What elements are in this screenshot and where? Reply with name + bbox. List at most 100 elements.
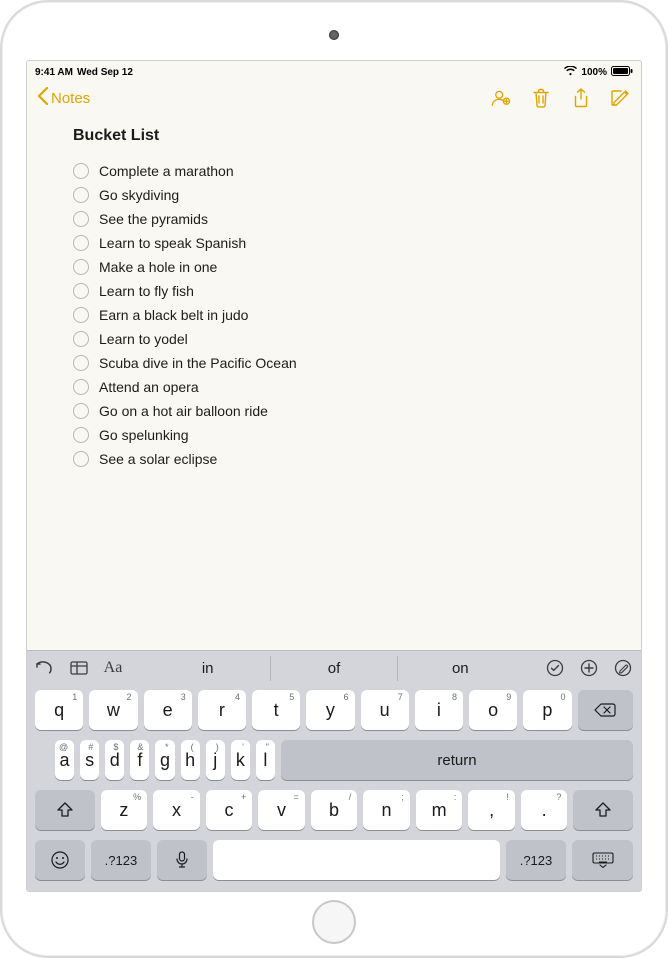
key-backspace[interactable]	[578, 690, 633, 730]
key-v[interactable]: =v	[258, 790, 305, 830]
key-n[interactable]: ;n	[363, 790, 410, 830]
note-editor[interactable]: Bucket List Complete a marathon Go skydiv…	[27, 117, 641, 650]
checklist-item[interactable]: Scuba dive in the Pacific Ocean	[73, 355, 607, 371]
checklist-circle-icon[interactable]	[73, 259, 89, 275]
key-d[interactable]: $d	[105, 740, 124, 780]
add-attachment-icon[interactable]	[579, 658, 599, 678]
key-p[interactable]: 0p	[523, 690, 571, 730]
checklist-item-text[interactable]: Learn to fly fish	[99, 283, 194, 299]
key-dictation[interactable]	[157, 840, 207, 880]
key-r[interactable]: 4r	[198, 690, 246, 730]
key-g[interactable]: *g	[155, 740, 174, 780]
checklist-item-text[interactable]: See a solar eclipse	[99, 451, 217, 467]
key-label: i	[437, 700, 441, 721]
key-q[interactable]: 1q	[35, 690, 83, 730]
checklist-item[interactable]: See the pyramids	[73, 211, 607, 227]
checklist-item[interactable]: Attend an opera	[73, 379, 607, 395]
key-emoji[interactable]	[35, 840, 85, 880]
checklist-item[interactable]: Learn to yodel	[73, 331, 607, 347]
key-i[interactable]: 8i	[415, 690, 463, 730]
key-numbers-left[interactable]: .?123	[91, 840, 152, 880]
key-s[interactable]: #s	[80, 740, 99, 780]
markup-icon[interactable]	[613, 658, 633, 678]
checklist-item-text[interactable]: Go spelunking	[99, 427, 189, 443]
table-icon[interactable]	[69, 658, 89, 678]
key-l[interactable]: "l	[256, 740, 275, 780]
key-f[interactable]: &f	[130, 740, 149, 780]
key-sublabel: 9	[506, 692, 511, 702]
key-x[interactable]: -x	[153, 790, 200, 830]
suggestion-word[interactable]: in	[145, 656, 270, 681]
checklist-item-text[interactable]: Complete a marathon	[99, 163, 234, 179]
checklist-item-text[interactable]: Go skydiving	[99, 187, 179, 203]
mic-icon	[175, 851, 189, 869]
checklist-circle-icon[interactable]	[73, 427, 89, 443]
suggestion-word[interactable]: on	[397, 656, 523, 681]
checklist-circle-icon[interactable]	[73, 163, 89, 179]
checklist-circle-icon[interactable]	[73, 283, 89, 299]
checklist-item[interactable]: Go spelunking	[73, 427, 607, 443]
checklist-circle-icon[interactable]	[73, 235, 89, 251]
key-o[interactable]: 9o	[469, 690, 517, 730]
back-button[interactable]: Notes	[37, 87, 90, 109]
key-b[interactable]: /b	[311, 790, 358, 830]
key-dismiss-keyboard[interactable]	[572, 840, 633, 880]
checklist-item-text[interactable]: Learn to speak Spanish	[99, 235, 246, 251]
key-k[interactable]: 'k	[231, 740, 250, 780]
key-e[interactable]: 3e	[144, 690, 192, 730]
checklist-item[interactable]: See a solar eclipse	[73, 451, 607, 467]
checklist-item[interactable]: Learn to fly fish	[73, 283, 607, 299]
checklist-circle-icon[interactable]	[73, 211, 89, 227]
key-z[interactable]: %z	[101, 790, 148, 830]
key-j[interactable]: )j	[206, 740, 225, 780]
key-numbers-right[interactable]: .?123	[506, 840, 567, 880]
checklist-item[interactable]: Go on a hot air balloon ride	[73, 403, 607, 419]
compose-button[interactable]	[611, 88, 631, 108]
key-y[interactable]: 6y	[306, 690, 354, 730]
ipad-device-frame: 9:41 AM Wed Sep 12 100% Notes	[0, 0, 668, 958]
key-shift-left[interactable]	[35, 790, 95, 830]
key-w[interactable]: 2w	[89, 690, 137, 730]
checklist-circle-icon[interactable]	[73, 355, 89, 371]
key-c[interactable]: +c	[206, 790, 253, 830]
checklist-item[interactable]: Complete a marathon	[73, 163, 607, 179]
key-label: n	[382, 800, 392, 821]
checklist-item[interactable]: Learn to speak Spanish	[73, 235, 607, 251]
checklist-circle-icon[interactable]	[73, 451, 89, 467]
checklist-circle-icon[interactable]	[73, 331, 89, 347]
key-u[interactable]: 7u	[361, 690, 409, 730]
checklist-circle-icon[interactable]	[73, 403, 89, 419]
key-m[interactable]: :m	[416, 790, 463, 830]
trash-button[interactable]	[531, 88, 551, 108]
checklist-item-text[interactable]: Make a hole in one	[99, 259, 217, 275]
checklist-item-text[interactable]: Scuba dive in the Pacific Ocean	[99, 355, 297, 371]
undo-icon[interactable]	[35, 658, 55, 678]
key-h[interactable]: (h	[181, 740, 200, 780]
format-icon[interactable]: Aa	[103, 658, 123, 678]
checklist-item[interactable]: Earn a black belt in judo	[73, 307, 607, 323]
checklist-item-text[interactable]: Go on a hot air balloon ride	[99, 403, 268, 419]
key-shift-right[interactable]	[573, 790, 633, 830]
suggestion-word[interactable]: of	[270, 656, 396, 681]
key-space[interactable]	[213, 840, 500, 880]
checklist-circle-icon[interactable]	[73, 379, 89, 395]
checklist-item-text[interactable]: Earn a black belt in judo	[99, 307, 248, 323]
add-people-button[interactable]	[491, 88, 511, 108]
checklist-circle-icon[interactable]	[73, 307, 89, 323]
key-a[interactable]: @a	[55, 740, 74, 780]
share-button[interactable]	[571, 88, 591, 108]
key-.[interactable]: ?.	[521, 790, 568, 830]
checklist-item-text[interactable]: Attend an opera	[99, 379, 199, 395]
note-title[interactable]: Bucket List	[73, 127, 607, 145]
key-t[interactable]: 5t	[252, 690, 300, 730]
checklist-item[interactable]: Go skydiving	[73, 187, 607, 203]
checklist-circle-icon[interactable]	[73, 187, 89, 203]
key-return[interactable]: return	[281, 740, 633, 780]
home-button[interactable]	[312, 900, 356, 944]
checklist-icon[interactable]	[545, 658, 565, 678]
key-label: o	[488, 700, 498, 721]
checklist-item-text[interactable]: See the pyramids	[99, 211, 208, 227]
checklist-item[interactable]: Make a hole in one	[73, 259, 607, 275]
checklist-item-text[interactable]: Learn to yodel	[99, 331, 188, 347]
key-,[interactable]: !,	[468, 790, 515, 830]
